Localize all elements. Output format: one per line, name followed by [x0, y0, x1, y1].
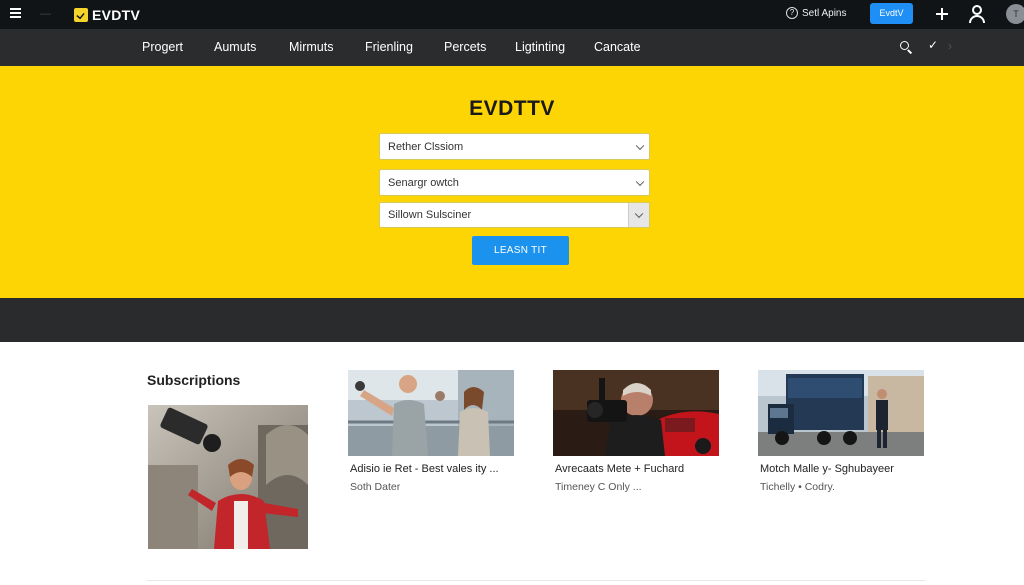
- card-subtitle-2: Timeney C Only ...: [555, 481, 642, 493]
- select-dropdown-2[interactable]: Senargr owtch: [379, 169, 650, 196]
- learn-button[interactable]: LEASN TIT: [472, 236, 569, 265]
- logo-text: EVDTV: [92, 6, 141, 23]
- nav-item-ligtinting[interactable]: Ligtinting: [515, 40, 565, 54]
- top-cta-button[interactable]: EvdtV: [870, 3, 913, 24]
- nav-item-progert[interactable]: Progert: [142, 40, 183, 54]
- select-dropdown-3[interactable]: Sillown Sulsciner: [379, 202, 650, 228]
- card-title-3[interactable]: Motch Malle y- Sghubayeer: [760, 463, 894, 475]
- avatar[interactable]: T: [1006, 4, 1024, 24]
- card-subtitle-3: Tichelly • Codry.: [760, 481, 835, 493]
- chevron-right-icon[interactable]: ›: [948, 39, 952, 53]
- nav-item-mirmuts[interactable]: Mirmuts: [289, 40, 333, 54]
- top-bar: — EVDTV ? Setl Apins EvdtV T: [0, 0, 1024, 29]
- check-icon[interactable]: ✓: [928, 38, 938, 52]
- select-1-value: Rether Clssiom: [388, 140, 464, 153]
- hamburger-icon[interactable]: [8, 6, 24, 22]
- card-thumbnail-3[interactable]: [758, 370, 924, 456]
- user-icon[interactable]: [969, 5, 985, 23]
- chevron-down-icon: [635, 141, 645, 150]
- bottom-divider: [146, 580, 926, 581]
- section-title: Subscriptions: [147, 372, 241, 388]
- help-circle-icon: ?: [786, 7, 798, 19]
- dropdown-toggle[interactable]: [628, 203, 649, 227]
- chevron-down-icon: [635, 177, 645, 186]
- chevron-down-icon: [634, 209, 644, 219]
- nav-item-frienling[interactable]: Frienling: [365, 40, 413, 54]
- card-title-2[interactable]: Avrecaats Mete + Fuchard: [555, 463, 684, 475]
- category-nav: Progert Aumuts Mirmuts Frienling Percets…: [0, 29, 1024, 66]
- card-thumbnail-2[interactable]: [553, 370, 719, 456]
- hero-banner: EVDTTV Rether Clssiom Senargr owtch Sill…: [0, 66, 1024, 298]
- help-label: Setl Apins: [802, 7, 847, 19]
- featured-thumbnail[interactable]: [148, 405, 308, 549]
- help-link[interactable]: ? Setl Apins: [786, 7, 846, 19]
- select-3-value: Sillown Sulsciner: [388, 209, 472, 221]
- nav-item-cancate[interactable]: Cancate: [594, 40, 641, 54]
- plus-icon[interactable]: [933, 5, 951, 23]
- dark-divider-band: [0, 298, 1024, 342]
- card-subtitle-1: Soth Dater: [350, 481, 401, 493]
- logo[interactable]: EVDTV: [74, 6, 140, 23]
- nav-item-aumuts[interactable]: Aumuts: [214, 40, 256, 54]
- search-icon[interactable]: [900, 41, 913, 54]
- select-dropdown-1[interactable]: Rether Clssiom: [379, 133, 650, 160]
- select-2-value: Senargr owtch: [388, 176, 459, 189]
- nav-item-percets[interactable]: Percets: [444, 40, 486, 54]
- logo-check-icon: [74, 7, 88, 22]
- hero-title: EVDTTV: [469, 97, 555, 120]
- card-thumbnail-1[interactable]: [348, 370, 514, 456]
- faint-divider: —: [40, 8, 51, 20]
- card-title-1[interactable]: Adisio ie Ret - Best vales ity ...: [350, 463, 499, 475]
